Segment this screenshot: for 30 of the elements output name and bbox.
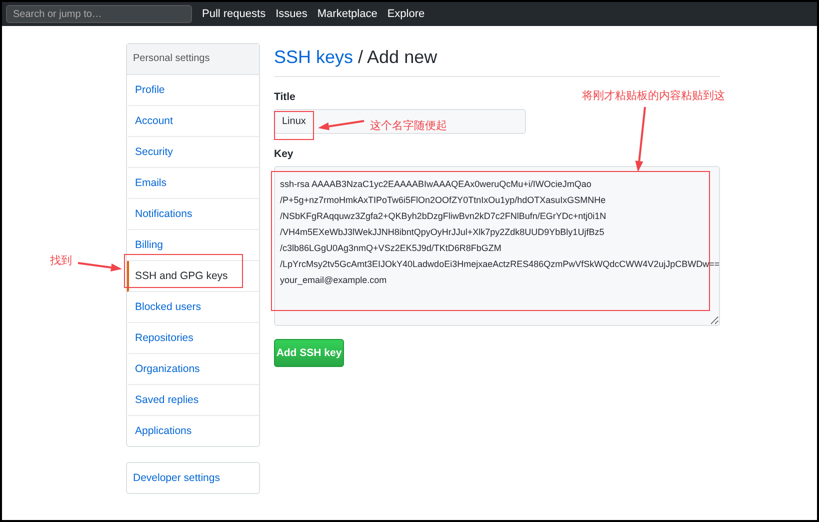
menu-item[interactable]: Organizations [127,354,259,385]
menu-item[interactable]: Security [127,137,259,168]
annotation-text: 将刚才粘贴板的内容粘贴到这 [582,88,725,103]
menu-item[interactable]: Notifications [127,199,259,230]
annotation-text: 这个名字随便起 [370,118,447,133]
breadcrumb-link[interactable]: SSH keys [274,47,354,68]
menu-item[interactable]: SSH and GPG keys [127,261,259,292]
menu-heading: Personal settings [127,44,259,75]
nav-link[interactable]: Marketplace [317,8,378,20]
menu-item[interactable]: Account [127,106,259,137]
page-title: / Add new [358,47,438,68]
developer-settings-link[interactable]: Developer settings [126,462,260,494]
annotation-arrow [78,262,122,272]
annotation-arrow [318,120,364,130]
nav-link[interactable]: Explore [387,8,425,20]
nav-link[interactable]: Pull requests [202,8,266,20]
annotation-arrow [635,106,646,172]
annotation-highlight [274,111,314,140]
menu-item[interactable]: Blocked users [127,292,259,323]
nav-link[interactable]: Issues [276,8,308,20]
field-label: Key [274,148,294,160]
field-label: Title [274,91,296,103]
menu-item[interactable]: Profile [127,75,259,106]
menu-item[interactable]: Emails [127,168,259,199]
menu-item[interactable]: Billing [127,230,259,261]
menu-item[interactable]: Repositories [127,323,259,354]
search-field[interactable]: Search or jump to… [6,5,192,23]
menu-item[interactable]: Saved replies [127,385,259,416]
menu-item[interactable]: Applications [127,416,259,446]
annotation-text: 找到 [50,254,72,268]
